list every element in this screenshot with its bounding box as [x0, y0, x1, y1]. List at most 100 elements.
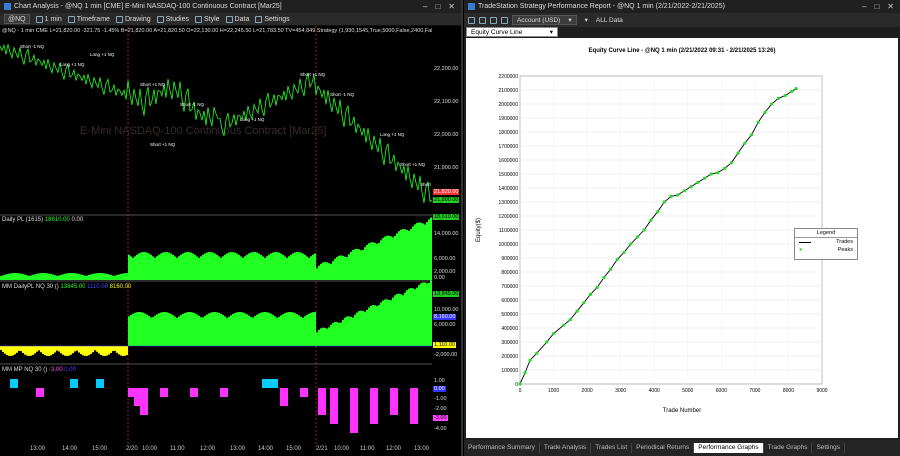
symbol-input[interactable]: @NQ — [4, 14, 30, 24]
mm-dailypl-bar — [164, 312, 166, 346]
minimize-icon[interactable]: – — [423, 2, 427, 11]
mm-dailypl-bar — [54, 346, 56, 353]
daily-pl-bar — [396, 233, 398, 280]
tab-trade-analysis[interactable]: Trade Analysis — [540, 443, 592, 453]
daily-pl-bar — [300, 252, 302, 280]
mm-dailypl-bar — [354, 314, 356, 346]
peak-point — [696, 180, 700, 184]
style-button[interactable]: Style — [194, 15, 220, 23]
close-icon[interactable]: ✕ — [887, 2, 894, 11]
mm-mp-tag: 0.00 — [433, 386, 446, 392]
timeframe-button[interactable]: Timeframe — [67, 15, 110, 23]
tab-trades-list[interactable]: Trades List — [591, 443, 633, 453]
mm-dailypl-bar — [4, 346, 6, 354]
chart-plot-area[interactable]: E-Mini NASDAQ-100 Continuous Contract [M… — [0, 26, 432, 446]
tab-periodical-returns[interactable]: Periodical Returns — [632, 443, 695, 453]
report-titlebar[interactable]: TradeStation Strategy Performance Report… — [464, 0, 900, 13]
settings-button[interactable]: Settings — [255, 15, 290, 23]
time-tick: 11:00 — [170, 446, 185, 452]
interval-button[interactable]: 1 min — [35, 15, 62, 23]
studies-button[interactable]: Studies — [156, 15, 189, 23]
price-axis[interactable]: 22,200.00 22,100.00 22,000.00 21,900.00 … — [432, 26, 461, 446]
x-tick-label: 6000 — [716, 388, 727, 394]
minimize-icon[interactable]: – — [862, 2, 866, 11]
daily-pl-bar — [46, 273, 48, 280]
data-icon — [225, 15, 233, 23]
daily-pl-bar — [274, 252, 276, 280]
export-icon[interactable] — [501, 16, 508, 24]
time-tick: 13:00 — [30, 446, 46, 452]
peak-point — [568, 318, 572, 322]
mm-dailypl-bar — [394, 295, 396, 346]
tab-performance-summary[interactable]: Performance Summary — [464, 443, 540, 453]
peak-point — [575, 309, 579, 313]
print-icon[interactable] — [479, 16, 486, 24]
mm-dailypl-bar — [98, 346, 100, 354]
mm-dailypl-bar — [122, 346, 124, 356]
mm-mp-tag: -3.00 — [433, 415, 448, 421]
clock-icon — [35, 15, 43, 23]
mm-mp-bar — [220, 388, 228, 397]
close-icon[interactable]: ✕ — [448, 2, 455, 11]
daily-pl-bar — [74, 273, 76, 280]
mm-dailypl-bar — [396, 294, 398, 346]
folder-icon[interactable] — [468, 16, 475, 24]
tab-settings[interactable]: Settings — [812, 443, 845, 453]
mm-dailypl-bar — [194, 313, 196, 346]
daily-pl-bar — [222, 256, 224, 280]
mm-dailypl-bar — [324, 327, 326, 346]
mm-dailypl-bar — [360, 310, 362, 346]
graph-type-dropdown[interactable]: Equity Curve Line ▾ — [466, 27, 558, 37]
daily-pl-bar — [126, 273, 128, 280]
mm-dailypl-bar — [88, 346, 90, 356]
mm-dailypl-bar — [10, 346, 12, 356]
daily-pl-bar — [312, 254, 314, 280]
daily-pl-bar — [62, 274, 64, 280]
y-tick-label: 2000000 — [499, 102, 519, 108]
daily-pl-bar — [54, 275, 56, 280]
daily-pl-bar — [134, 256, 136, 280]
mm-dailypl-bar — [386, 299, 388, 346]
mm-dailypl-tick: 6,000.00 — [434, 322, 456, 328]
data-button[interactable]: Data — [225, 15, 249, 23]
price-tick: 22,100.00 — [434, 99, 459, 105]
daily-pl-bar — [48, 273, 50, 280]
time-axis[interactable]: 13:00 14:00 15:00 2/20 10:00 11:00 12:00 13:00 1… — [0, 446, 461, 456]
daily-pl-bar — [142, 252, 144, 280]
account-dropdown[interactable]: Account (USD) ▾ — [512, 15, 577, 25]
price-tick: 22,000.00 — [434, 132, 459, 138]
mm-dailypl-bar — [314, 312, 316, 346]
mm-dailypl-bar — [294, 313, 296, 346]
maximize-icon[interactable]: □ — [874, 2, 879, 11]
tab-performance-graphs[interactable]: Performance Graphs — [694, 443, 764, 453]
mm-dailypl-bar — [42, 346, 44, 354]
daily-pl-bar — [320, 263, 322, 280]
trade-marker-label: Short +1 NQ — [400, 162, 426, 167]
tab-trade-graphs[interactable]: Trade Graphs — [764, 443, 813, 453]
peak-point — [518, 382, 522, 386]
daily-pl-bar — [306, 256, 308, 280]
mm-dailypl-bar — [22, 346, 24, 354]
mm-dailypl-bar — [250, 317, 252, 346]
mm-dailypl-bar — [126, 346, 128, 356]
x-tick-label: 3000 — [615, 388, 626, 394]
mm-dailypl-bar — [292, 312, 294, 346]
mm-dailypl-bar — [20, 346, 22, 352]
mm-dailypl-bar — [38, 346, 40, 351]
price-tag: 21,800.00 — [433, 197, 460, 203]
chart-analysis-titlebar[interactable]: Chart Analysis - @NQ 1 min [CME] E-Mini … — [0, 0, 461, 13]
daily-pl-bar — [170, 253, 172, 280]
maximize-icon[interactable]: □ — [435, 2, 440, 11]
mm-dailypl-bar — [412, 288, 414, 346]
price-series[interactable] — [0, 43, 432, 204]
daily-pl-bar — [4, 274, 6, 280]
daily-pl-bar — [138, 253, 140, 280]
copy-icon[interactable] — [490, 16, 497, 24]
trade-marker-label: Short +1 NQ — [150, 142, 176, 147]
performance-report-window: TradeStation Strategy Performance Report… — [464, 0, 900, 456]
drawing-button[interactable]: Drawing — [115, 15, 151, 23]
mm-dailypl-bar — [270, 313, 272, 346]
mm-dailypl-bar — [208, 313, 210, 346]
data-range-dropdown[interactable]: ▾ ALL Data — [581, 15, 627, 25]
mm-dailypl-histogram — [0, 280, 432, 356]
